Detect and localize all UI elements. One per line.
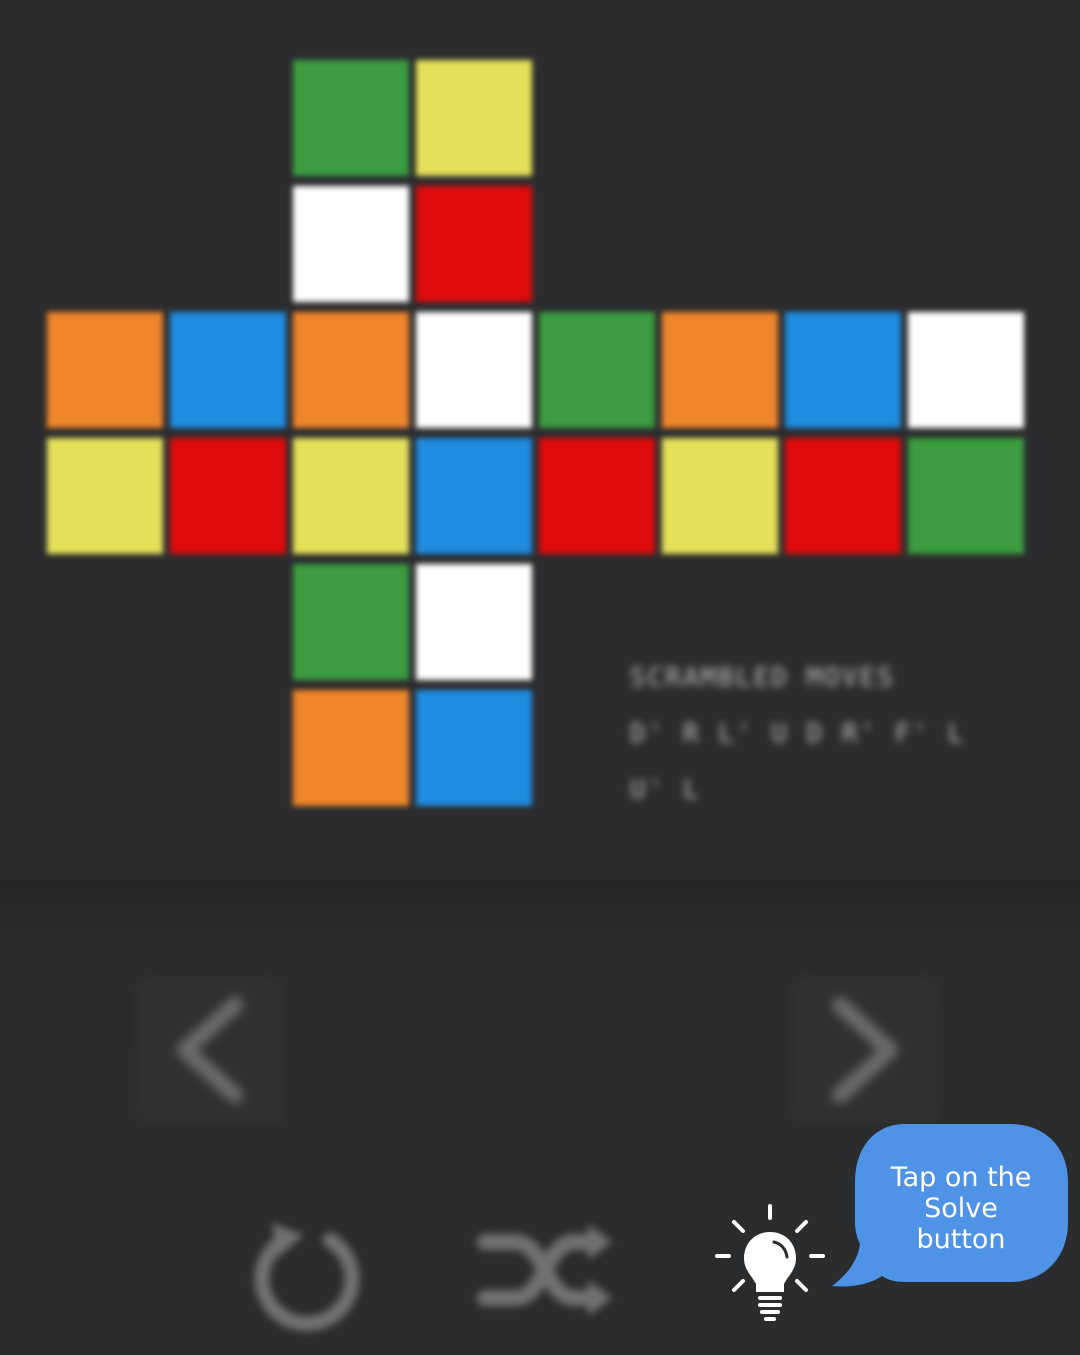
- scramble-moves-text: SCRAMBLED MOVES D' R L' U D R' F' L U' L: [630, 650, 990, 818]
- scramble-line-1: SCRAMBLED MOVES: [630, 663, 895, 693]
- cube-tile-blue: [785, 312, 901, 428]
- cube-tile-green: [908, 438, 1024, 554]
- reset-button[interactable]: [242, 1205, 372, 1335]
- cube-tile-white: [416, 312, 532, 428]
- tooltip-line-2: Solve: [924, 1193, 998, 1224]
- cube-tile-orange: [293, 312, 409, 428]
- shuffle-button[interactable]: [470, 1210, 620, 1330]
- cube-tile-white: [293, 186, 409, 302]
- tooltip-line-3: button: [916, 1224, 1006, 1255]
- chevron-right-icon: [790, 975, 940, 1125]
- cube-tile-orange: [47, 312, 163, 428]
- cube-tile-yellow: [416, 60, 532, 176]
- cube-tile-blue: [416, 438, 532, 554]
- scramble-line-2: D' R L' U D R' F' L U' L: [630, 719, 966, 805]
- tooltip-line-1: Tap on the: [890, 1162, 1032, 1193]
- reset-icon: [254, 1223, 360, 1332]
- cube-tile-orange: [293, 690, 409, 806]
- cube-tile-red: [785, 438, 901, 554]
- cube-tile-green: [293, 564, 409, 680]
- cube-tile-yellow: [293, 438, 409, 554]
- cube-tile-green: [293, 60, 409, 176]
- cube-tile-red: [539, 438, 655, 554]
- cube-tile-yellow: [47, 438, 163, 554]
- cube-tile-yellow: [662, 438, 778, 554]
- cube-tile-red: [170, 438, 286, 554]
- previous-step-button[interactable]: [135, 975, 285, 1125]
- cube-tile-blue: [416, 690, 532, 806]
- solve-button[interactable]: [710, 1200, 830, 1330]
- tooltip-text: Tap on the Solve button: [858, 1162, 1064, 1255]
- game-screen: SCRAMBLED MOVES D' R L' U D R' F' L U' L: [0, 0, 1080, 1355]
- cube-tile-orange: [662, 312, 778, 428]
- cube-tile-green: [539, 312, 655, 428]
- cube-area: SCRAMBLED MOVES D' R L' U D R' F' L U' L: [0, 0, 1080, 880]
- next-step-button[interactable]: [790, 975, 940, 1125]
- cube-tile-blue: [170, 312, 286, 428]
- cube-tile-white: [416, 564, 532, 680]
- chevron-left-icon: [135, 975, 285, 1125]
- cube-tile-red: [416, 186, 532, 302]
- shuffle-icon: [477, 1224, 612, 1316]
- cube-tile-white: [908, 312, 1024, 428]
- lightbulb-icon: [715, 1204, 825, 1321]
